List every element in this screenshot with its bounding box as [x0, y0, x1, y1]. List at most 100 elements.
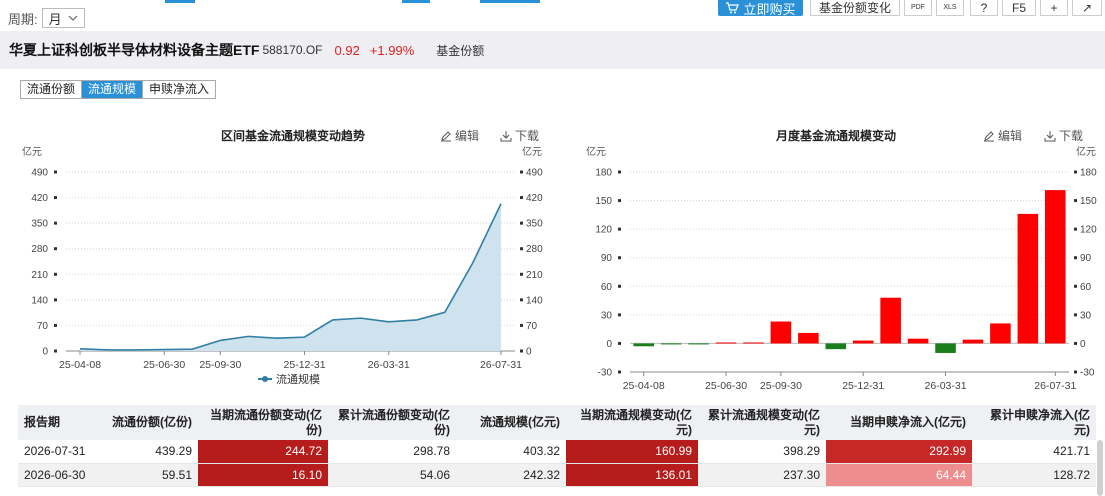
period-dropdown[interactable]: 月 [41, 8, 85, 28]
cart-icon [726, 2, 740, 14]
table-scrollbar[interactable] [1097, 440, 1103, 496]
y-axis-unit-left: 亿元 [586, 145, 606, 158]
y-tick-label: 140 [31, 295, 48, 306]
toolbar-fragment [165, 0, 195, 3]
y-tick-label: 150 [595, 196, 612, 207]
xls-icon: XLS [943, 4, 957, 11]
y-tick-mark [54, 323, 57, 327]
cell-value: 292.99 [826, 440, 972, 464]
f5-label: F5 [1011, 0, 1026, 15]
refresh-button[interactable]: F5 [1002, 0, 1036, 16]
toolbar-fragment [480, 0, 540, 3]
x-tick-label: 25-09-30 [199, 359, 241, 371]
y-tick-label-right: 120 [1080, 225, 1097, 236]
chart1-edit-button[interactable]: 编辑 [440, 127, 479, 144]
share-change-button[interactable]: 基金份额变化 [810, 0, 900, 16]
chart1-download-button[interactable]: 下载 [500, 127, 539, 144]
y-axis-unit-right: 亿元 [1076, 145, 1096, 158]
x-tick-label: 25-06-30 [705, 380, 747, 392]
col-header[interactable]: 累计申赎净流入(亿元) [972, 405, 1096, 440]
bar [660, 343, 682, 345]
toolbar-fragment [402, 0, 430, 3]
period-selector: 周期: 月 [8, 8, 85, 28]
y-tick-label-right: 0 [526, 347, 532, 358]
y-tick-label-right: 30 [1080, 310, 1092, 321]
y-axis-unit-right: 亿元 [522, 145, 542, 158]
x-tick-label: 25-09-30 [760, 380, 802, 392]
tab-float-shares[interactable]: 流通份额 [21, 81, 83, 98]
cell-value: 403.32 [456, 440, 566, 464]
chart2-edit-label: 编辑 [998, 129, 1023, 143]
share-button[interactable]: ↗ [1072, 0, 1102, 16]
y-tick-label: 490 [31, 168, 48, 179]
pdf-button[interactable]: PDF [904, 0, 932, 16]
bar [743, 342, 764, 344]
add-button[interactable]: + [1040, 0, 1068, 16]
y-tick-mark [618, 284, 621, 288]
table-header-row: 报告期 流通份额(亿份) 当期流通份额变动(亿份) 累计流通份额变动(亿份) 流… [18, 405, 1096, 440]
y-tick-mark [1074, 256, 1077, 260]
bar [688, 343, 709, 345]
cell-period: 2026-07-31 [18, 440, 100, 464]
x-tick-label: 26-07-31 [1034, 380, 1076, 392]
table-row: 2026-06-30 59.51 16.10 54.06 242.32 136.… [18, 463, 1096, 487]
y-tick-mark [618, 199, 621, 203]
tab-net-inflow[interactable]: 申赎净流入 [143, 81, 216, 98]
y-tick-mark [1074, 170, 1077, 174]
y-tick-mark [618, 227, 621, 231]
col-header[interactable]: 当期流通份额变动(亿份) [198, 405, 328, 440]
y-tick-mark [54, 221, 57, 225]
chart2-download-button[interactable]: 下载 [1044, 127, 1083, 144]
cell-value: 136.01 [566, 463, 698, 487]
area-fill [80, 203, 501, 351]
x-tick-label: 25-12-31 [842, 380, 884, 392]
y-tick-label-right: 210 [526, 270, 543, 281]
buy-button-label: 立即购买 [743, 1, 796, 17]
y-tick-mark [1074, 227, 1077, 231]
col-header[interactable]: 当期申赎净流入(亿元) [826, 405, 972, 440]
x-tick-label: 25-06-30 [143, 359, 185, 371]
y-tick-label: 420 [31, 193, 48, 204]
col-header[interactable]: 累计流通规模变动(亿元) [698, 405, 826, 440]
bar [907, 338, 929, 344]
y-tick-label-right: 140 [526, 295, 543, 306]
bar [990, 323, 1011, 344]
bar [633, 343, 655, 347]
cell-value: 16.10 [198, 463, 328, 487]
y-tick-label-right: 420 [526, 193, 543, 204]
y-axis-unit-left: 亿元 [22, 145, 42, 158]
cell-value: 421.71 [972, 440, 1096, 464]
download-icon [1044, 130, 1056, 141]
y-tick-mark [1074, 341, 1077, 345]
y-tick-label-right: 350 [526, 219, 543, 230]
chart2-download-label: 下载 [1059, 129, 1084, 143]
share-change-label: 基金份额变化 [818, 1, 891, 15]
y-tick-mark [618, 313, 621, 317]
buy-button[interactable]: 立即购买 [718, 0, 803, 17]
bar [962, 339, 984, 344]
y-tick-mark [520, 196, 523, 200]
y-tick-label-right: 150 [1080, 196, 1097, 207]
tab-float-scale[interactable]: 流通规模 [82, 81, 144, 98]
y-tick-mark [618, 170, 621, 174]
cell-value: 160.99 [566, 440, 698, 464]
y-tick-label: 90 [601, 253, 613, 264]
xls-button[interactable]: XLS [936, 0, 964, 16]
y-tick-label: -30 [598, 368, 613, 379]
chart2-edit-button[interactable]: 编辑 [983, 127, 1022, 144]
y-tick-label-right: 70 [526, 321, 538, 332]
cell-value: 244.72 [198, 440, 328, 464]
y-tick-mark [520, 221, 523, 225]
y-tick-label-right: 280 [526, 244, 543, 255]
col-header[interactable]: 累计流通份额变动(亿份) [328, 405, 456, 440]
col-header[interactable]: 报告期 [18, 405, 100, 440]
chart2-title: 月度基金流通规模变动 [776, 129, 897, 143]
help-button[interactable]: ? [970, 0, 998, 16]
bar [715, 342, 737, 344]
x-tick-label: 25-12-31 [284, 359, 326, 371]
x-tick-label: 25-04-08 [59, 359, 101, 371]
col-header[interactable]: 流通份额(亿份) [100, 405, 198, 440]
col-header[interactable]: 当期流通规模变动(亿元) [566, 405, 698, 440]
x-tick-label: 26-07-31 [480, 359, 522, 371]
col-header[interactable]: 流通规模(亿元) [456, 405, 566, 440]
